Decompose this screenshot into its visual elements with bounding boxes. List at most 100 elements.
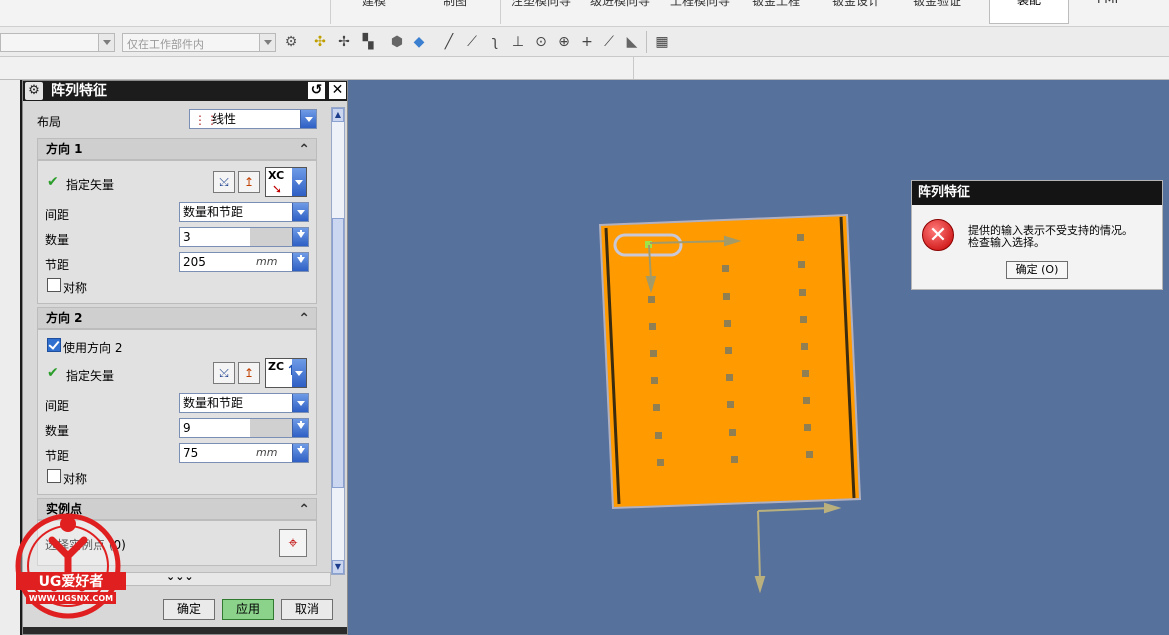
snap-point-icon[interactable]: ✣ — [312, 34, 328, 50]
direction1-header[interactable]: 方向 1 ⌃ — [37, 138, 317, 160]
scope-combo[interactable]: 仅在工作部件内 — [122, 33, 276, 52]
tab-mold-wizard[interactable]: 注塑模向导 — [511, 0, 571, 12]
layout-dropdown[interactable]: ⋮⋮ 线性 — [189, 109, 317, 129]
vector-dialog-icon[interactable]: ↥ — [238, 362, 260, 384]
dir1-vector-code: XC — [268, 169, 285, 182]
ugsnx-watermark-logo: UG爱好者 WWW.UGSNX.COM — [15, 513, 126, 619]
check-icon: ✔ — [47, 365, 59, 381]
instance-marker — [723, 293, 730, 300]
close-icon[interactable]: ✕ — [329, 82, 346, 99]
ok-button[interactable]: 确定 — [163, 599, 215, 620]
reverse-direction-icon[interactable]: ⤩ — [213, 171, 235, 193]
instance-marker — [650, 350, 657, 357]
dir2-spacing-label: 间距 — [45, 399, 70, 413]
collapse-icon: ⌃ — [298, 311, 310, 327]
filter-combo[interactable] — [0, 33, 115, 52]
spin-down-icon[interactable] — [292, 419, 308, 437]
chevron-down-icon — [300, 110, 316, 128]
check-icon: ✔ — [47, 174, 59, 190]
cancel-button[interactable]: 取消 — [281, 599, 333, 620]
instance-marker — [729, 429, 736, 436]
tab-sheet-verify[interactable]: 钣金验证 — [913, 0, 961, 12]
arc-center-icon[interactable]: ⊙ — [533, 34, 549, 50]
instance-marker — [731, 456, 738, 463]
instance-marker — [724, 320, 731, 327]
watermark-text: UG爱好者 — [39, 573, 104, 590]
sheet-metal-part — [598, 213, 862, 510]
box-body-icon[interactable]: ◆ — [411, 34, 427, 50]
dir2-pitch-label: 节距 — [45, 449, 70, 463]
graphics-viewport[interactable] — [350, 80, 1169, 635]
instance-marker — [725, 347, 732, 354]
dir2-symmetric-checkbox[interactable] — [47, 469, 61, 483]
tab-assembly[interactable]: 装配 — [989, 0, 1069, 24]
tab-pmi[interactable]: PMI — [1097, 0, 1118, 12]
layout-label: 布局 — [37, 115, 62, 129]
reset-icon[interactable]: ↺ — [308, 82, 325, 99]
use-direction2-label: 使用方向 2 — [63, 341, 123, 355]
line-icon[interactable]: ╱ — [441, 34, 457, 50]
chevron-down-icon — [259, 34, 275, 51]
spin-down-icon[interactable] — [292, 228, 308, 246]
vector-dialog-icon[interactable]: ↥ — [238, 171, 260, 193]
dir1-symmetric-label: 对称 — [63, 281, 88, 295]
instance-marker — [804, 424, 811, 431]
tab-sheet-design[interactable]: 钣金设计 — [832, 0, 880, 12]
dir1-symmetric-checkbox[interactable] — [47, 278, 61, 292]
error-icon: ✕ — [922, 219, 954, 251]
tab-sheet-engineering[interactable]: 钣金工程 — [752, 0, 800, 12]
instance-marker — [727, 401, 734, 408]
dialog-title: 阵列特征 — [51, 83, 107, 99]
use-direction2-checkbox[interactable] — [47, 338, 61, 352]
intersection-icon[interactable]: ✢ — [336, 34, 352, 50]
grid-icon[interactable]: ▦ — [654, 34, 670, 50]
curve-point-icon[interactable]: ʅ — [487, 34, 503, 50]
mid-point-icon[interactable]: ⟋ — [464, 34, 480, 50]
dir2-count-label: 数量 — [45, 424, 70, 438]
spin-down-icon[interactable] — [292, 253, 308, 271]
quick-pick-icon[interactable]: ▚ — [360, 34, 376, 50]
dialog-scrollbar[interactable]: ▲ ▼ — [331, 107, 345, 575]
dir2-pitch-unit: mm — [256, 446, 278, 459]
scroll-down-icon[interactable]: ▼ — [332, 560, 344, 574]
scroll-thumb[interactable] — [332, 218, 344, 488]
dir1-spacing-dropdown[interactable]: 数量和节距 — [179, 202, 309, 222]
existing-point-icon[interactable]: + — [579, 34, 595, 50]
perpendicular-icon[interactable]: ⊥ — [510, 34, 526, 50]
dir2-vector-code: ZC — [268, 360, 285, 373]
instance-marker — [649, 323, 656, 330]
point-on-face-icon[interactable]: ◣ — [624, 34, 640, 50]
tab-drafting[interactable]: 制图 — [443, 0, 467, 12]
dir2-spec-vector-label: 指定矢量 — [66, 369, 115, 383]
reverse-direction-icon[interactable]: ⤩ — [213, 362, 235, 384]
quadrant-icon[interactable]: ⊕ — [556, 34, 572, 50]
dir2-count-input[interactable]: 9 — [179, 418, 309, 438]
dir1-vector-selector[interactable]: XC ➘ — [265, 167, 307, 197]
selection-filter-icon[interactable]: ⚙ — [283, 34, 299, 50]
linear-grid-icon: ⋮⋮ — [194, 113, 218, 127]
shaded-body-icon[interactable]: ⬢ — [389, 34, 405, 50]
tab-modeling[interactable]: 建模 — [362, 0, 386, 12]
dir2-spacing-dropdown[interactable]: 数量和节距 — [179, 393, 309, 413]
scroll-up-icon[interactable]: ▲ — [332, 108, 344, 122]
instance-marker — [803, 397, 810, 404]
tab-progressive-die[interactable]: 级进模向导 — [590, 0, 650, 12]
dir2-symmetric-label: 对称 — [63, 472, 88, 486]
apply-button[interactable]: 应用 — [222, 599, 274, 620]
instance-marker — [648, 296, 655, 303]
error-ok-button[interactable]: 确定 (O) — [1006, 261, 1068, 279]
spin-down-icon[interactable] — [292, 444, 308, 462]
direction2-header[interactable]: 方向 2 ⌃ — [37, 307, 317, 329]
ribbon-bar: 建模 制图 注塑模向导 级进模向导 工程模向导 钣金工程 钣金设计 钣金验证 P… — [0, 0, 1169, 27]
chevron-down-icon — [292, 359, 306, 387]
dir1-pitch-input[interactable]: 205 mm — [179, 252, 309, 272]
dir2-pitch-input[interactable]: 75 mm — [179, 443, 309, 463]
instance-marker — [799, 289, 806, 296]
point-on-curve-icon[interactable]: ⟋ — [601, 34, 617, 50]
instance-marker — [800, 316, 807, 323]
dir2-vector-selector[interactable]: ZC ↑ — [265, 358, 307, 388]
crosshair-icon[interactable]: ⌖ — [279, 529, 307, 557]
gear-icon[interactable]: ⚙ — [25, 82, 43, 100]
dir1-count-input[interactable]: 3 — [179, 227, 309, 247]
tab-engineering-die[interactable]: 工程模向导 — [670, 0, 730, 12]
